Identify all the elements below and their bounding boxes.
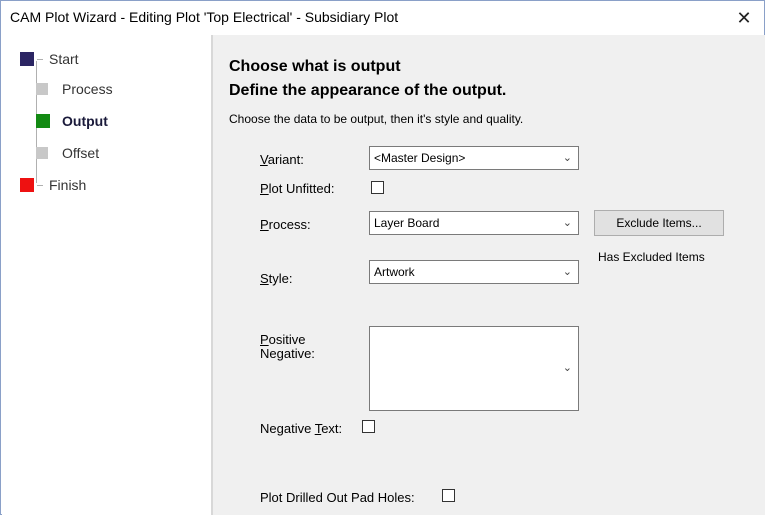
- negative-text-label: Negative Text:: [260, 421, 343, 436]
- step-offset-label: Offset: [62, 145, 100, 161]
- negative-text-checkbox[interactable]: [362, 420, 375, 433]
- close-icon: ✕: [736, 7, 752, 28]
- variant-label: Variant:: [260, 152, 304, 167]
- variant-value: <Master Design>: [374, 151, 466, 165]
- steps-sidebar: Start Process Output Offset Finish: [2, 35, 212, 515]
- style-select[interactable]: Artwork ⌄: [369, 260, 579, 284]
- style-label: Style:: [260, 271, 293, 286]
- step-process[interactable]: Process: [36, 81, 113, 97]
- step-output[interactable]: Output: [36, 113, 108, 129]
- style-value: Artwork: [374, 265, 415, 279]
- exclude-items-button[interactable]: Exclude Items...: [594, 210, 724, 236]
- step-offset[interactable]: Offset: [36, 145, 99, 161]
- page-title: Choose what is output: [229, 58, 401, 75]
- process-label: Process:: [260, 217, 311, 232]
- step-start-marker: [20, 52, 34, 66]
- step-finish-label: Finish: [49, 177, 87, 193]
- window-title: CAM Plot Wizard - Editing Plot 'Top Elec…: [10, 9, 399, 25]
- tree-branch: [37, 58, 43, 60]
- plot-drilled-label: Plot Drilled Out Pad Holes:: [260, 490, 415, 505]
- step-process-marker: [36, 83, 48, 95]
- step-finish-marker: [20, 178, 34, 192]
- positive-negative-list[interactable]: ⌄: [369, 326, 579, 411]
- close-button[interactable]: ✕: [724, 1, 764, 35]
- plot-unfitted-checkbox[interactable]: [371, 181, 384, 194]
- chevron-down-icon: ⌄: [562, 266, 572, 278]
- plot-unfitted-label: Plot Unfitted:: [260, 181, 335, 196]
- output-panel: Choose what is output Define the appeara…: [213, 35, 765, 515]
- title-bar: CAM Plot Wizard - Editing Plot 'Top Elec…: [1, 1, 764, 35]
- page-description: Choose the data to be output, then it's …: [229, 112, 524, 126]
- step-output-marker: [36, 114, 50, 128]
- process-select[interactable]: Layer Board ⌄: [369, 211, 579, 235]
- step-start-label: Start: [49, 51, 79, 67]
- step-finish[interactable]: Finish: [20, 177, 86, 193]
- chevron-down-icon: ⌄: [562, 362, 572, 374]
- tree-branch: [37, 184, 43, 186]
- variant-select[interactable]: <Master Design> ⌄: [369, 146, 579, 170]
- step-output-label: Output: [62, 113, 108, 129]
- chevron-down-icon: ⌄: [562, 152, 572, 164]
- process-value: Layer Board: [374, 216, 440, 230]
- page-subtitle: Define the appearance of the output.: [229, 82, 507, 99]
- chevron-down-icon: ⌄: [562, 217, 572, 229]
- step-process-label: Process: [62, 81, 113, 97]
- positive-negative-label: Positive Negative:: [260, 332, 315, 361]
- step-start[interactable]: Start: [20, 51, 79, 67]
- has-excluded-note: Has Excluded Items: [598, 250, 705, 264]
- plot-drilled-checkbox[interactable]: [442, 489, 455, 502]
- step-offset-marker: [36, 147, 48, 159]
- wizard-window: CAM Plot Wizard - Editing Plot 'Top Elec…: [0, 0, 765, 515]
